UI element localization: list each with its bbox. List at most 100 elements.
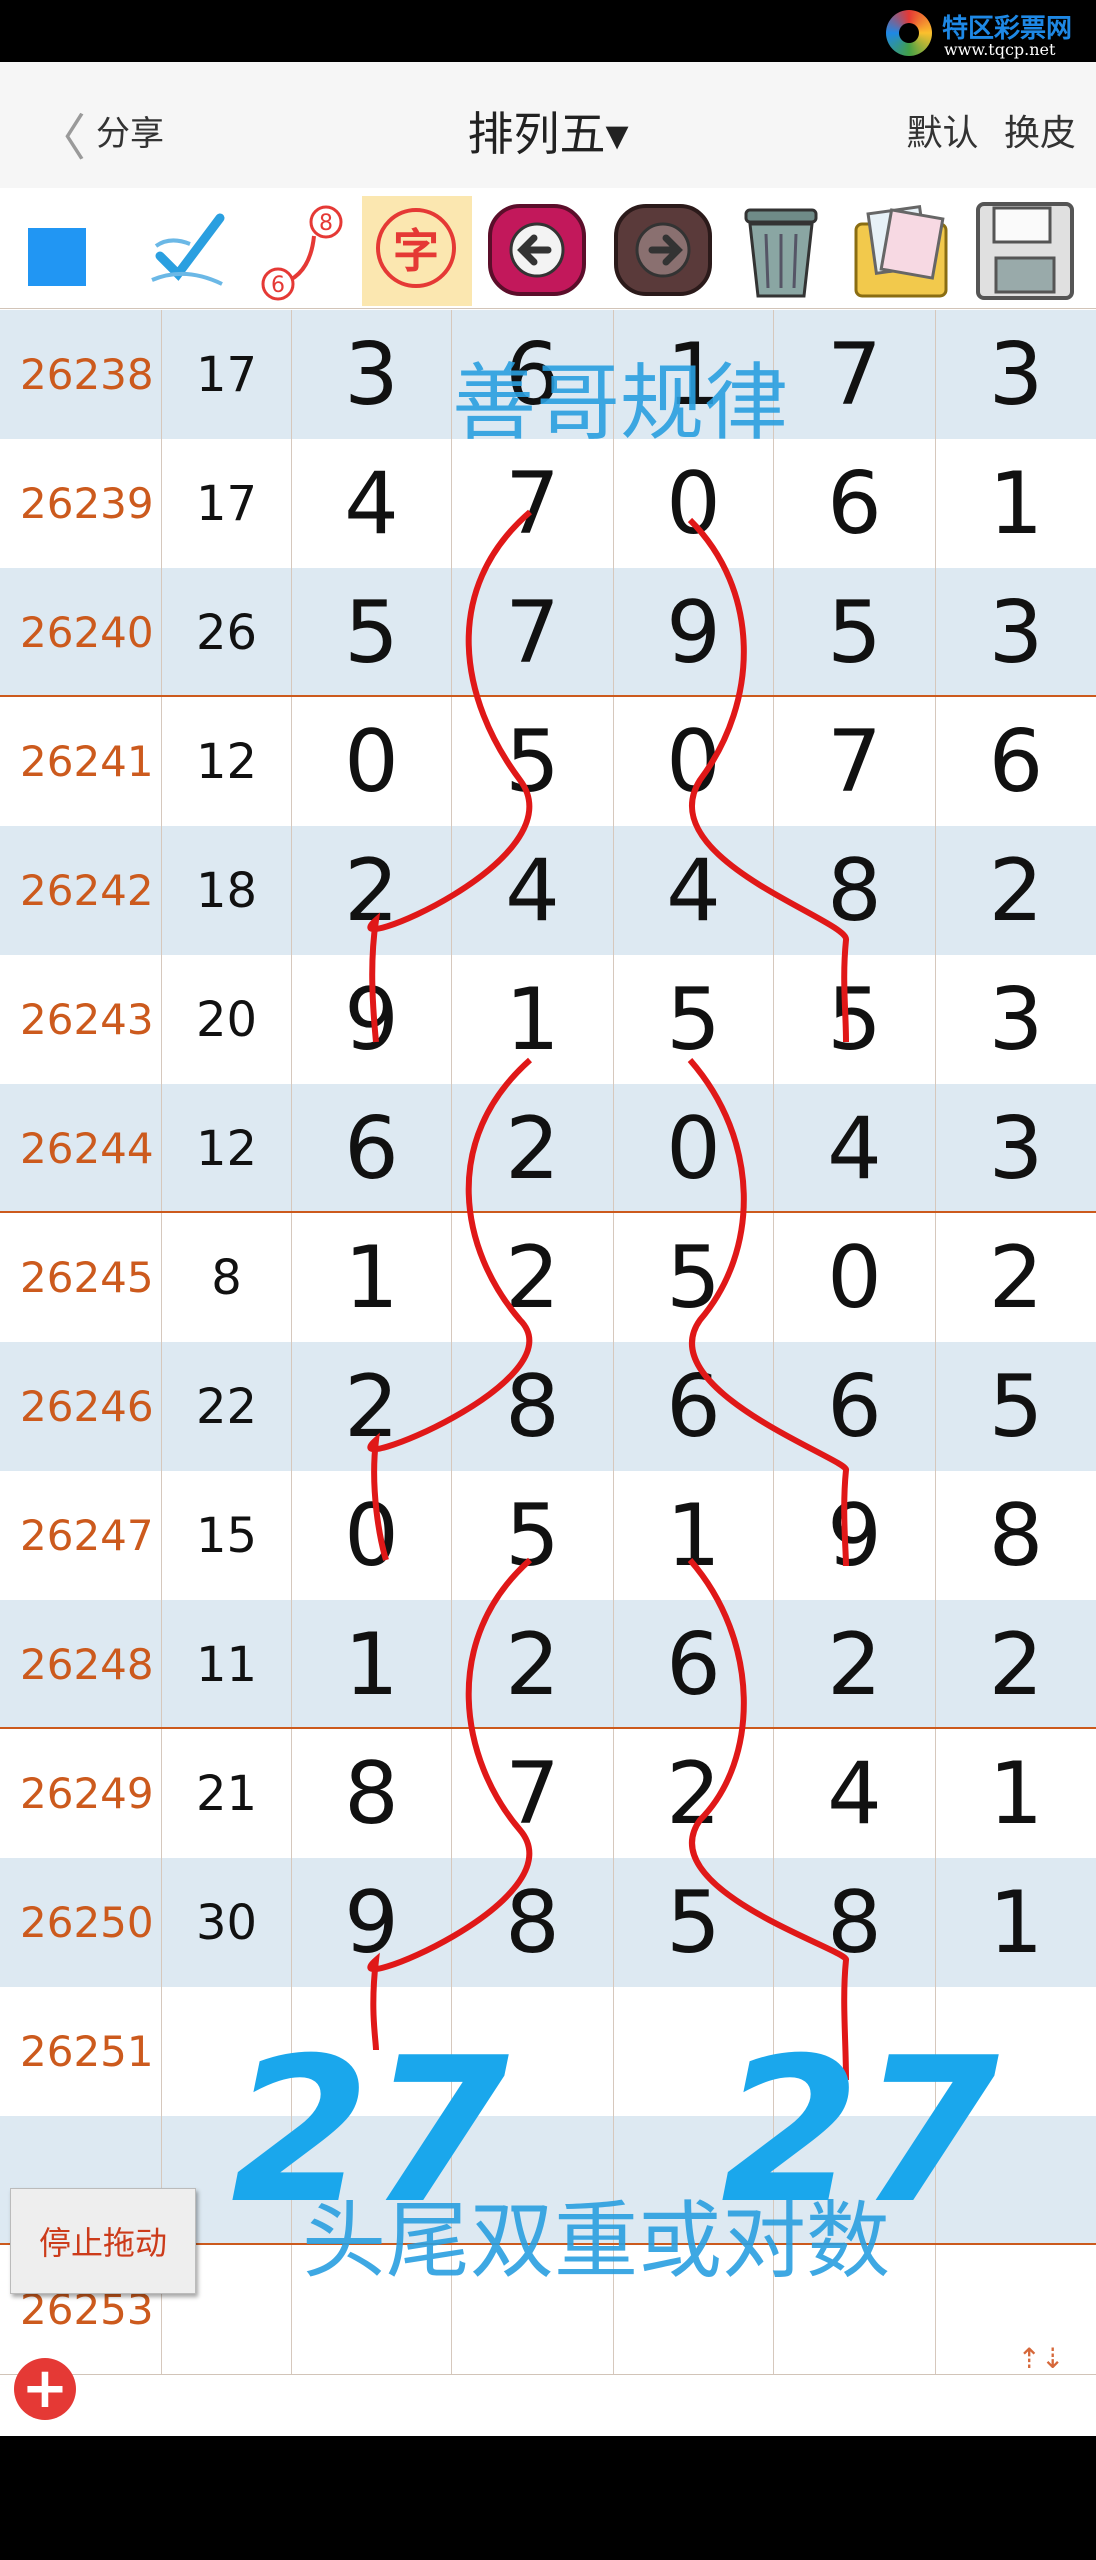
stop-drag-button[interactable]: 停止拖动: [10, 2188, 196, 2294]
connect-line-icon[interactable]: 8 6: [250, 196, 360, 306]
digit-cell[interactable]: 2: [936, 1600, 1096, 1729]
text-mode-icon[interactable]: 字: [362, 196, 472, 306]
digit-cell[interactable]: 5: [452, 697, 614, 826]
digit-cell[interactable]: [452, 2245, 614, 2374]
digit-cell[interactable]: 3: [936, 310, 1096, 439]
digit-cell[interactable]: 6: [774, 439, 936, 568]
digit-cell[interactable]: 8: [936, 1471, 1096, 1600]
change-skin-button[interactable]: 换皮: [1004, 113, 1076, 154]
add-icon[interactable]: +: [14, 2358, 76, 2420]
digit-cell[interactable]: 0: [292, 697, 452, 826]
digit-cell[interactable]: 3: [936, 955, 1096, 1084]
digit-cell[interactable]: 9: [292, 955, 452, 1084]
digit-cell[interactable]: 8: [452, 1858, 614, 1987]
digit-cell[interactable]: 0: [614, 697, 774, 826]
default-button[interactable]: 默认: [907, 113, 979, 154]
digit-cell[interactable]: [774, 2116, 936, 2245]
sum-value: 11: [162, 1600, 292, 1729]
digit-cell[interactable]: 2: [452, 1084, 614, 1213]
digit-cell[interactable]: 4: [774, 1729, 936, 1858]
digit-cell[interactable]: 8: [292, 1729, 452, 1858]
digit-cell[interactable]: 7: [452, 1729, 614, 1858]
digit-cell[interactable]: 2: [292, 826, 452, 955]
save-disk-icon[interactable]: [970, 196, 1080, 306]
digit-cell[interactable]: [452, 1987, 614, 2116]
digit-cell[interactable]: [292, 1987, 452, 2116]
digit-cell[interactable]: 6: [614, 1600, 774, 1729]
digit-cell[interactable]: 7: [452, 439, 614, 568]
digit-cell[interactable]: 7: [774, 697, 936, 826]
digit-cell[interactable]: 3: [292, 310, 452, 439]
digit-cell[interactable]: [292, 2245, 452, 2374]
digit-cell[interactable]: 1: [614, 1471, 774, 1600]
digit-cell[interactable]: 2: [292, 1342, 452, 1471]
digit-cell[interactable]: 5: [614, 1213, 774, 1342]
digit-cell[interactable]: 5: [936, 1342, 1096, 1471]
sum-value: 15: [162, 1471, 292, 1600]
digit-cell[interactable]: 0: [292, 1471, 452, 1600]
pen-check-icon[interactable]: [130, 196, 240, 306]
digit-cell[interactable]: [614, 2245, 774, 2374]
table-row: 26249 21 8 7 2 4 1: [0, 1729, 1096, 1858]
digit-cell[interactable]: 6: [774, 1342, 936, 1471]
table-row: 26240 26 5 7 9 5 3: [0, 568, 1096, 697]
digit-cell[interactable]: 4: [614, 826, 774, 955]
digit-cell[interactable]: 7: [452, 568, 614, 697]
digit-cell[interactable]: 4: [292, 439, 452, 568]
digit-cell[interactable]: 8: [452, 1342, 614, 1471]
color-square-icon[interactable]: [10, 196, 120, 306]
digit-cell[interactable]: 2: [936, 826, 1096, 955]
digit-cell[interactable]: 0: [614, 439, 774, 568]
digit-cell[interactable]: 4: [452, 826, 614, 955]
digit-cell[interactable]: 5: [292, 568, 452, 697]
digit-cell[interactable]: 1: [936, 1729, 1096, 1858]
digit-cell[interactable]: 3: [936, 568, 1096, 697]
redo-arrow-icon[interactable]: [608, 196, 718, 306]
digit-cell[interactable]: 2: [452, 1213, 614, 1342]
digit-cell[interactable]: 0: [614, 1084, 774, 1213]
digit-cell[interactable]: [936, 2116, 1096, 2245]
digit-cell[interactable]: [614, 2116, 774, 2245]
digit-cell[interactable]: 3: [936, 1084, 1096, 1213]
digit-cell[interactable]: 5: [774, 568, 936, 697]
undo-arrow-icon[interactable]: [482, 196, 592, 306]
digit-cell[interactable]: 6: [452, 310, 614, 439]
digit-cell[interactable]: 8: [774, 826, 936, 955]
digit-cell[interactable]: 9: [292, 1858, 452, 1987]
toolbar-num-bottom: 6: [271, 273, 285, 298]
digit-cell[interactable]: 1: [452, 955, 614, 1084]
digit-cell[interactable]: 7: [774, 310, 936, 439]
digit-cell[interactable]: 5: [614, 1858, 774, 1987]
digit-cell[interactable]: [774, 1987, 936, 2116]
digit-cell[interactable]: [936, 1987, 1096, 2116]
digit-cell[interactable]: 6: [292, 1084, 452, 1213]
digit-cell[interactable]: 2: [452, 1600, 614, 1729]
digit-cell[interactable]: 1: [936, 1858, 1096, 1987]
digit-cell[interactable]: 4: [774, 1084, 936, 1213]
digit-cell[interactable]: 1: [292, 1213, 452, 1342]
digit-cell[interactable]: [614, 1987, 774, 2116]
digit-cell[interactable]: 1: [292, 1600, 452, 1729]
digit-cell[interactable]: 2: [774, 1600, 936, 1729]
digit-cell[interactable]: 2: [936, 1213, 1096, 1342]
digit-cell[interactable]: 5: [774, 955, 936, 1084]
trash-icon[interactable]: [726, 196, 836, 306]
digit-cell[interactable]: [452, 2116, 614, 2245]
digit-cell[interactable]: 5: [614, 955, 774, 1084]
digit-cell[interactable]: 1: [614, 310, 774, 439]
digit-cell[interactable]: 9: [614, 568, 774, 697]
digit-cell[interactable]: [774, 2245, 936, 2374]
digit-cell[interactable]: 0: [774, 1213, 936, 1342]
scroll-arrows-icon[interactable]: ⇡⇣: [1016, 2345, 1066, 2426]
digit-cell[interactable]: [292, 2116, 452, 2245]
photo-folder-icon[interactable]: [846, 196, 956, 306]
digit-cell[interactable]: 8: [774, 1858, 936, 1987]
digit-cell[interactable]: 5: [452, 1471, 614, 1600]
table-row: 26250 30 9 8 5 8 1: [0, 1858, 1096, 1987]
sum-value: 26: [162, 568, 292, 697]
digit-cell[interactable]: 2: [614, 1729, 774, 1858]
digit-cell[interactable]: 6: [614, 1342, 774, 1471]
digit-cell[interactable]: 1: [936, 439, 1096, 568]
digit-cell[interactable]: 6: [936, 697, 1096, 826]
digit-cell[interactable]: 9: [774, 1471, 936, 1600]
